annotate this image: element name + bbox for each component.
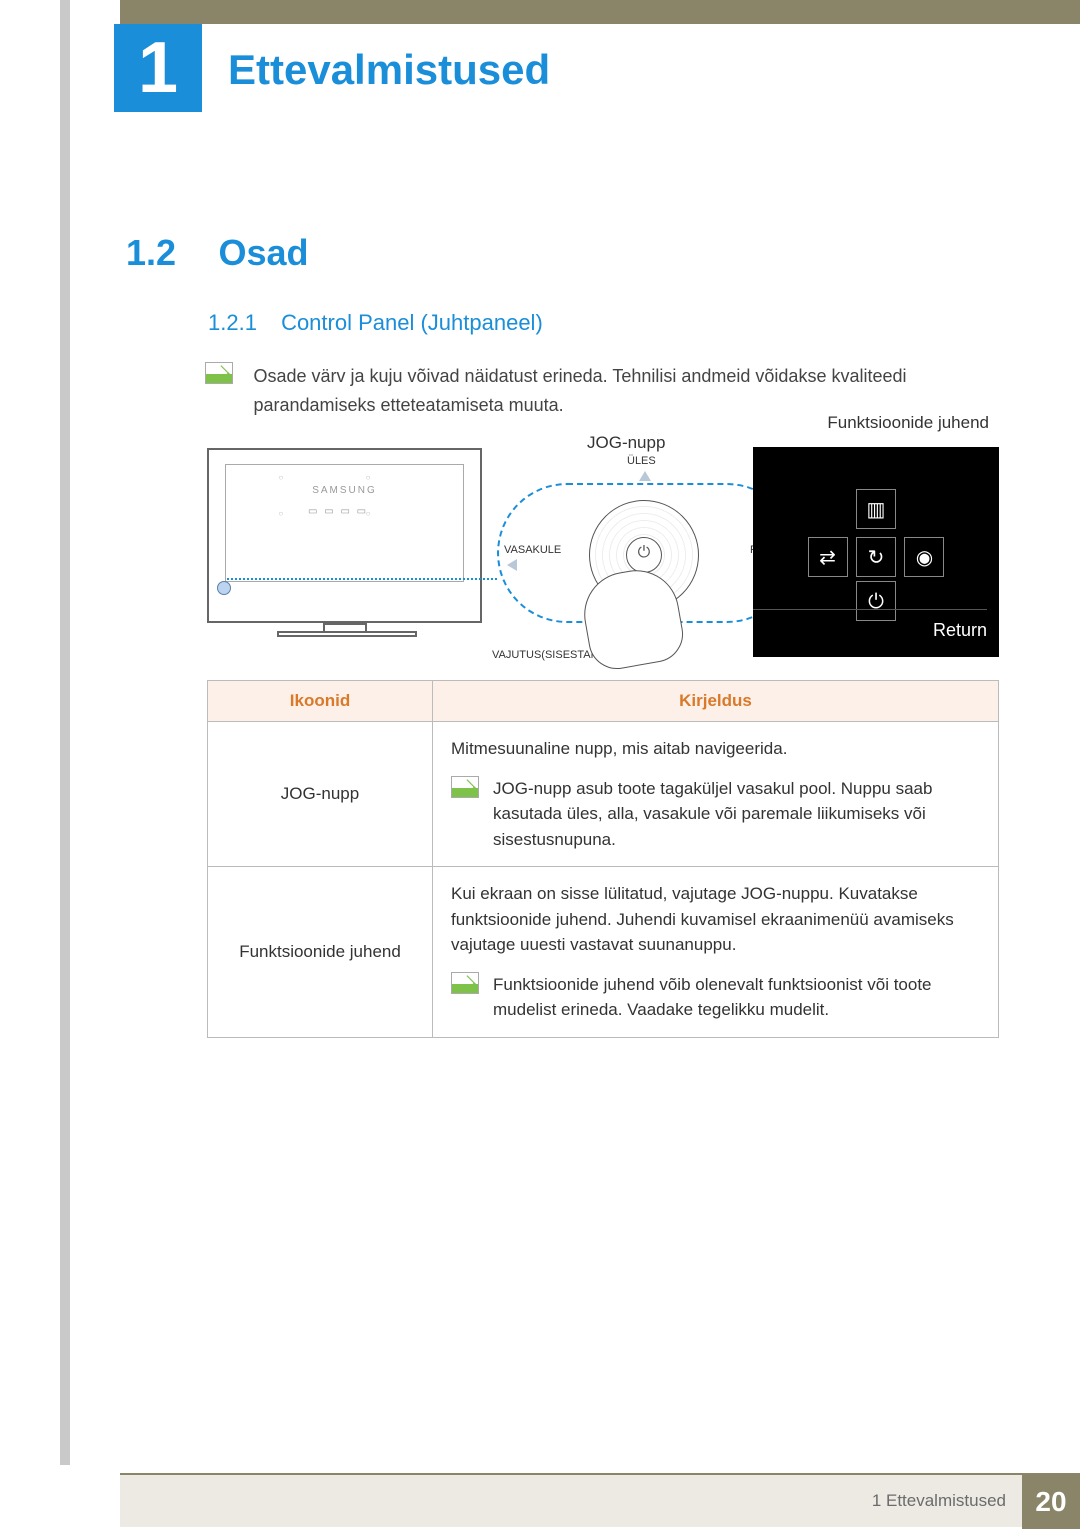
table-header-row: Ikoonid Kirjeldus	[208, 681, 999, 722]
icons-description-table: Ikoonid Kirjeldus JOG-nupp Mitmesuunalin…	[207, 680, 999, 1038]
arrow-up-icon	[639, 471, 651, 481]
loop-icon: ⇄	[808, 537, 848, 577]
direction-up-label: ÜLES	[627, 455, 656, 467]
table-cell-icon-label: Funktsioonide juhend	[208, 867, 433, 1038]
power-led-icon	[217, 581, 231, 595]
control-panel-diagram: ○ ○ SAMSUNG ○ ○ ▭ ▭ ▭ ▭ JOG-nupp ÜLES AL…	[207, 433, 999, 673]
subsection-number: 1.2.1	[208, 310, 257, 336]
monitor-rear-illustration: ○ ○ SAMSUNG ○ ○ ▭ ▭ ▭ ▭	[207, 448, 482, 623]
stand-base	[277, 631, 417, 637]
section-number: 1.2	[126, 232, 176, 274]
chapter-number-box: 1	[114, 24, 202, 112]
table-header-desc: Kirjeldus	[433, 681, 999, 722]
table-cell-desc: Kui ekraan on sisse lülitatud, vajutage …	[433, 867, 999, 1038]
row-note-text: Funktsioonide juhend võib olenevalt funk…	[493, 972, 980, 1023]
section-title: Osad	[219, 232, 309, 274]
note-icon	[451, 776, 479, 798]
callout-line	[227, 578, 497, 580]
function-guide-title: Funktsioonide juhend	[827, 413, 989, 433]
note-icon	[205, 362, 233, 384]
table-cell-icon-label: JOG-nupp	[208, 722, 433, 867]
function-guide-icons: ▥ ⇄ ↻ ◉ ⏻	[753, 487, 999, 623]
vesa-dots-top: ○ ○	[226, 473, 463, 482]
left-margin-stripe	[60, 0, 70, 1465]
table-header-icons: Ikoonid	[208, 681, 433, 722]
row-note: JOG-nupp asub toote tagaküljel vasakul p…	[451, 776, 980, 853]
refresh-icon: ↻	[856, 537, 896, 577]
menu-grid-icon: ▥	[856, 489, 896, 529]
intro-note-text: Osade värv ja kuju võivad näidatust erin…	[253, 362, 983, 420]
port-row: ▭ ▭ ▭ ▭	[308, 506, 368, 517]
intro-note: Osade värv ja kuju võivad näidatust erin…	[205, 362, 995, 420]
monitor-brand-label: SAMSUNG	[226, 485, 463, 496]
jog-center-power-icon	[626, 537, 662, 573]
footer-chapter-label: 1 Ettevalmistused	[872, 1491, 1006, 1511]
monitor-panel: ○ ○ SAMSUNG ○ ○ ▭ ▭ ▭ ▭	[225, 464, 464, 582]
table-row: Funktsioonide juhend Kui ekraan on sisse…	[208, 867, 999, 1038]
row-note-text: JOG-nupp asub toote tagaküljel vasakul p…	[493, 776, 980, 853]
table-cell-desc: Mitmesuunaline nupp, mis aitab navigeeri…	[433, 722, 999, 867]
jog-button-label: JOG-nupp	[587, 433, 665, 453]
function-guide-panel: ▥ ⇄ ↻ ◉ ⏻ Return	[753, 447, 999, 657]
section-heading: 1.2 Osad	[126, 232, 309, 274]
top-accent-bar	[120, 0, 1080, 24]
row-note: Funktsioonide juhend võib olenevalt funk…	[451, 972, 980, 1023]
row-desc-text: Kui ekraan on sisse lülitatud, vajutage …	[451, 881, 980, 958]
page-footer: 1 Ettevalmistused 20	[120, 1473, 1080, 1527]
eye-icon: ◉	[904, 537, 944, 577]
subsection-title: Control Panel (Juhtpaneel)	[281, 310, 543, 336]
chapter-title: Ettevalmistused	[228, 46, 550, 94]
footer-page-number: 20	[1022, 1475, 1080, 1529]
note-icon	[451, 972, 479, 994]
subsection-heading: 1.2.1 Control Panel (Juhtpaneel)	[208, 310, 543, 336]
row-desc-text: Mitmesuunaline nupp, mis aitab navigeeri…	[451, 736, 980, 762]
table-row: JOG-nupp Mitmesuunaline nupp, mis aitab …	[208, 722, 999, 867]
function-guide-return: Return	[753, 609, 987, 641]
